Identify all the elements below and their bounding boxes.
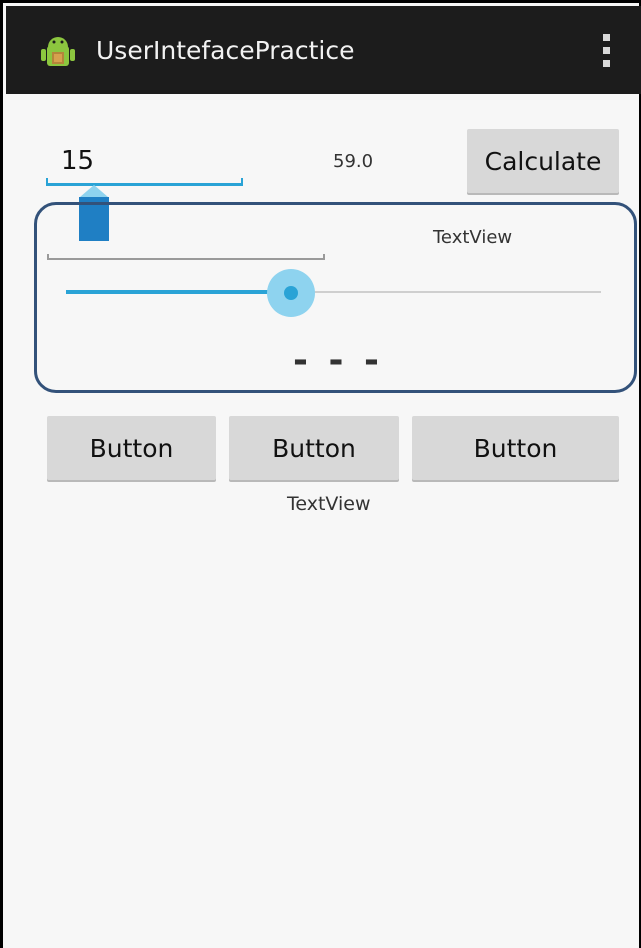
second-input-underline[interactable] bbox=[47, 254, 325, 260]
action-bar: UserIntefacePractice bbox=[6, 6, 641, 94]
dash-textview: - - - bbox=[293, 340, 383, 381]
overflow-menu-icon[interactable] bbox=[598, 34, 614, 76]
number-input[interactable]: 15 bbox=[61, 146, 94, 176]
app-title: UserIntefacePractice bbox=[96, 36, 355, 65]
button-1[interactable]: Button bbox=[47, 416, 216, 480]
number-input-underline bbox=[46, 178, 243, 186]
calculate-button[interactable]: Calculate bbox=[467, 129, 619, 193]
button-2[interactable]: Button bbox=[229, 416, 399, 480]
device-frame: UserIntefacePractice 15 59.0 Calculate T… bbox=[0, 0, 641, 948]
seekbar[interactable] bbox=[66, 269, 601, 317]
panel-textview: TextView bbox=[433, 227, 513, 248]
button-3[interactable]: Button bbox=[412, 416, 619, 480]
android-robot-icon bbox=[41, 37, 75, 66]
seekbar-thumb[interactable] bbox=[283, 286, 298, 300]
bottom-textview: TextView bbox=[287, 493, 371, 515]
seekbar-progress bbox=[66, 290, 291, 294]
result-textview: 59.0 bbox=[333, 151, 374, 172]
